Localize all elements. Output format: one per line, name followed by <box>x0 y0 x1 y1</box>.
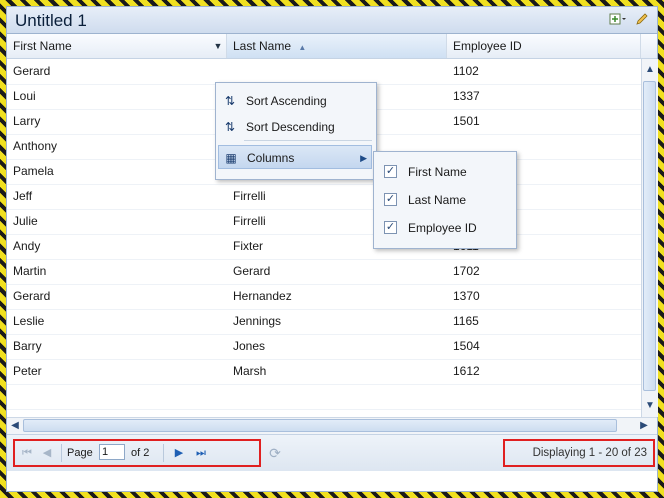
table-cell: Anthony <box>13 139 58 153</box>
table-cell <box>227 384 447 409</box>
edit-icon[interactable] <box>633 11 651 27</box>
separator <box>163 444 164 462</box>
scroll-down-icon[interactable]: ▼ <box>643 399 657 413</box>
sort-descending-icon: ⇅ <box>224 120 236 134</box>
table-cell: Loui <box>13 89 36 103</box>
table-cell: 1501 <box>453 114 480 128</box>
table-cell: Marsh <box>233 364 267 378</box>
first-page-icon[interactable]: ⏮ <box>19 445 35 461</box>
submenu-item-employee-id[interactable]: ✓ Employee ID <box>376 214 512 242</box>
table-cell <box>227 59 447 84</box>
table-cell: Barry <box>13 339 42 353</box>
column-header-label: Last Name <box>233 39 292 53</box>
prev-page-icon[interactable]: ◀ <box>39 445 55 461</box>
columns-icon: ▦ <box>225 151 237 165</box>
table-cell: Jones <box>233 339 266 353</box>
table-cell: Hernandez <box>233 289 292 303</box>
horizontal-scroll-thumb[interactable] <box>23 419 617 432</box>
column-header-label: Employee ID <box>453 39 522 53</box>
page-number-input[interactable]: 1 <box>99 444 125 460</box>
scroll-left-icon[interactable]: ◀ <box>8 419 22 433</box>
table-cell: Gerard <box>13 64 51 78</box>
table-row[interactable]: Gerard Hernandez 1370 <box>7 284 641 310</box>
column-header-last-name[interactable]: Last Name ▲ <box>227 34 447 58</box>
table-row[interactable] <box>7 384 641 410</box>
sort-asc-icon: ▲ <box>298 43 307 52</box>
table-cell: 1612 <box>453 364 480 378</box>
next-page-icon[interactable]: ▶ <box>171 445 187 461</box>
menu-item-columns[interactable]: ▦ Columns ▶ <box>218 145 372 169</box>
checkbox-icon[interactable]: ✓ <box>384 165 397 178</box>
table-cell: 1702 <box>453 264 480 278</box>
table-cell <box>7 384 227 409</box>
scroll-right-icon[interactable]: ▶ <box>637 419 651 433</box>
column-header-label: First Name <box>13 39 72 53</box>
page-label: Page <box>67 447 93 459</box>
menu-item-sort-ascending[interactable]: ⇅ Sort Ascending <box>218 89 372 113</box>
table-cell: Pamela <box>13 164 54 178</box>
table-cell: Leslie <box>13 314 45 328</box>
separator <box>61 444 62 462</box>
column-header-employee-id[interactable]: Employee ID <box>447 34 641 58</box>
columns-submenu: ✓ First Name ✓ Last Name ✓ Employee ID <box>373 151 517 249</box>
export-icon[interactable] <box>609 11 627 27</box>
window-title: Untitled 1 <box>15 11 87 30</box>
table-row[interactable]: Martin Gerard 1702 <box>7 259 641 285</box>
table-cell: Peter <box>13 364 42 378</box>
table-cell: Martin <box>13 264 47 278</box>
table-row[interactable]: JulieFirrelli1188 <box>7 209 641 235</box>
last-page-icon[interactable]: ⏭ <box>193 445 209 461</box>
table-cell <box>447 384 641 409</box>
table-row[interactable]: Jeff Firrelli <box>7 184 641 210</box>
scroll-up-icon[interactable]: ▲ <box>643 63 657 77</box>
column-header-first-name[interactable]: First Name ▼ <box>7 34 227 58</box>
table-row[interactable]: Peter Marsh 1612 <box>7 359 641 385</box>
table-cell: 1337 <box>453 89 480 103</box>
table-cell: Andy <box>13 239 41 253</box>
checkbox-icon[interactable]: ✓ <box>384 193 397 206</box>
grid-panel: Untitled 1 First Name ▼ Last Name ▲ Empl… <box>6 6 658 492</box>
checkbox-icon[interactable]: ✓ <box>384 221 397 234</box>
table-cell: 1165 <box>453 314 479 328</box>
paging-toolbar: ⏮ ◀ Page 1 of 2 ▶ ⏭ ⟳ Displaying 1 - 20 … <box>7 434 657 471</box>
refresh-icon[interactable]: ⟳ <box>267 445 283 461</box>
table-cell: 1102 <box>453 64 479 78</box>
grid-header: First Name ▼ Last Name ▲ Employee ID <box>7 34 657 59</box>
table-cell: Larry <box>13 114 41 128</box>
menu-item-sort-descending[interactable]: ⇅ Sort Descending <box>218 115 372 139</box>
submenu-arrow-icon: ▶ <box>360 153 367 163</box>
table-cell: Gerard <box>13 289 51 303</box>
table-row[interactable]: Leslie Jennings 1165 <box>7 309 641 335</box>
table-cell: 1370 <box>453 289 480 303</box>
table-row[interactable]: AndyFixter1611 <box>7 234 641 260</box>
column-menu: ⇅ Sort Ascending ⇅ Sort Descending ▦ Col… <box>215 82 377 180</box>
vertical-scrollbar[interactable]: ▲ ▼ <box>641 59 658 417</box>
table-cell: Gerard <box>233 264 271 278</box>
paging-status: Displaying 1 - 20 of 23 <box>503 439 655 467</box>
paging-controls: ⏮ ◀ Page 1 of 2 ▶ ⏭ <box>13 439 261 467</box>
table-cell: Julie <box>13 214 38 228</box>
sort-ascending-icon: ⇅ <box>224 94 236 108</box>
menu-separator <box>244 140 372 141</box>
title-bar: Untitled 1 <box>7 7 657 34</box>
horizontal-scrollbar[interactable]: ◀ ▶ <box>7 417 657 434</box>
page-count-label: of 2 <box>131 447 150 459</box>
column-menu-trigger[interactable]: ▼ <box>212 39 224 53</box>
table-cell: Jennings <box>233 314 282 328</box>
table-row[interactable]: Barry Jones 1504 <box>7 334 641 360</box>
submenu-item-first-name[interactable]: ✓ First Name <box>376 158 512 186</box>
vertical-scroll-thumb[interactable] <box>643 81 656 391</box>
table-cell: 1504 <box>453 339 480 353</box>
table-cell: Jeff <box>13 189 33 203</box>
submenu-item-last-name[interactable]: ✓ Last Name <box>376 186 512 214</box>
